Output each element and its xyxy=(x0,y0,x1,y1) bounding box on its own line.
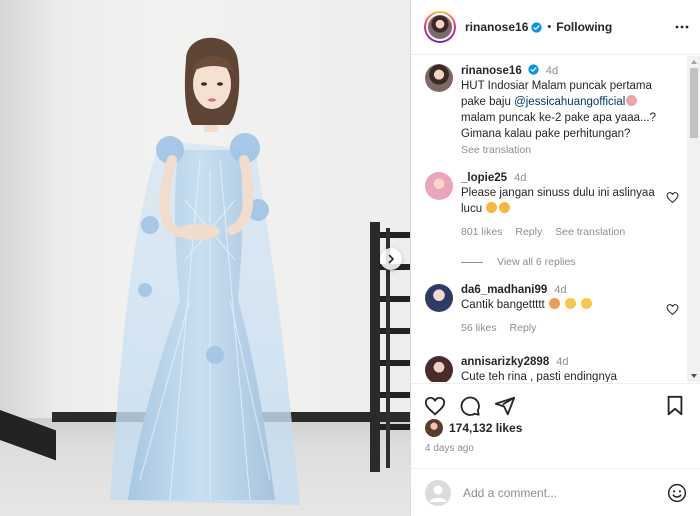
comment-time[interactable]: 4d xyxy=(514,172,526,184)
comment-text: Cute teh rina , pasti endingnya xyxy=(461,371,617,382)
liker-avatar[interactable] xyxy=(425,419,443,437)
likes-row: 174,132 likes xyxy=(425,419,522,437)
heart-icon[interactable] xyxy=(424,395,446,417)
comment-icon[interactable] xyxy=(459,395,481,417)
likes-count[interactable]: 174,132 likes xyxy=(449,421,522,435)
reply-button[interactable]: Reply xyxy=(510,322,537,334)
heart-icon[interactable] xyxy=(666,303,679,316)
add-comment-bar: Add a comment... xyxy=(411,468,700,516)
scroll-up-arrow-icon[interactable] xyxy=(691,60,697,64)
verified-badge-icon xyxy=(528,64,539,75)
heart-hands-emoji-icon xyxy=(565,298,577,309)
caption-see-translation[interactable]: See translation xyxy=(461,144,661,156)
bookmark-icon[interactable] xyxy=(665,395,685,417)
emoji-icon[interactable] xyxy=(667,483,687,503)
comments-list[interactable]: rinanose16 4d HUT Indosiar Malam puncak … xyxy=(411,56,687,382)
comment-meta: 56 likes Reply xyxy=(461,322,661,334)
following-button[interactable]: Following xyxy=(556,20,612,34)
reply-button[interactable]: Reply xyxy=(515,226,542,238)
heart-hands-emoji-icon xyxy=(581,298,593,309)
laughing-emoji-icon xyxy=(486,202,498,213)
post-timestamp[interactable]: 4 days ago xyxy=(425,443,474,454)
see-translation-button[interactable]: See translation xyxy=(555,226,625,238)
comment-text: Please jangan sinuss dulu ini aslinyaa l… xyxy=(461,187,655,215)
post-photo[interactable] xyxy=(0,0,410,516)
heart-hands-emoji-icon xyxy=(626,95,638,106)
comment-username[interactable]: _lopie25 xyxy=(461,172,507,184)
separator-dot: • xyxy=(547,21,552,33)
caption-text: HUT Indosiar Malam puncak pertama pake b… xyxy=(461,80,656,140)
comment-avatar[interactable] xyxy=(425,284,453,312)
comment-avatar[interactable] xyxy=(425,356,453,382)
more-options-icon[interactable] xyxy=(675,20,689,34)
caption-username[interactable]: rinanose16 xyxy=(461,65,522,77)
comments-scrollbar[interactable] xyxy=(687,56,700,382)
add-comment-input[interactable]: Add a comment... xyxy=(463,486,667,500)
comment-likes[interactable]: 56 likes xyxy=(461,322,497,334)
post-header: rinanose16 • Following xyxy=(411,0,700,55)
user-avatar-placeholder-icon xyxy=(425,479,451,506)
caption-avatar[interactable] xyxy=(425,64,453,92)
scroll-down-arrow-icon[interactable] xyxy=(691,374,697,378)
laughing-emoji-icon xyxy=(499,202,511,213)
comment-username[interactable]: da6_madhani99 xyxy=(461,284,547,296)
heart-eyes-emoji-icon xyxy=(548,298,560,309)
comment-username[interactable]: annisarizky2898 xyxy=(461,356,549,368)
post-author-username[interactable]: rinanose16 xyxy=(465,20,528,34)
next-photo-button[interactable] xyxy=(380,248,402,270)
chevron-right-icon xyxy=(388,254,394,264)
verified-badge-icon xyxy=(531,21,543,33)
caption-time[interactable]: 4d xyxy=(546,65,558,77)
comment-time[interactable]: 4d xyxy=(554,284,566,296)
heart-icon[interactable] xyxy=(666,191,679,204)
caption-mention[interactable]: @jessicahuangofficial xyxy=(514,96,625,108)
comment-text: Cantik bangettttt xyxy=(461,297,661,313)
share-icon[interactable] xyxy=(494,395,516,417)
woman-in-blue-gown xyxy=(110,37,300,505)
profile-avatar[interactable] xyxy=(424,11,456,43)
view-replies-button[interactable]: View all 6 replies xyxy=(461,256,576,268)
comment-avatar[interactable] xyxy=(425,172,453,200)
scrollbar-thumb[interactable] xyxy=(690,68,698,138)
comment-time[interactable]: 4d xyxy=(556,356,568,368)
comment-meta: 801 likes Reply See translation xyxy=(461,226,661,238)
comment-likes[interactable]: 801 likes xyxy=(461,226,502,238)
post-side-panel: rinanose16 • Following rinanose16 4d HUT… xyxy=(410,0,700,516)
